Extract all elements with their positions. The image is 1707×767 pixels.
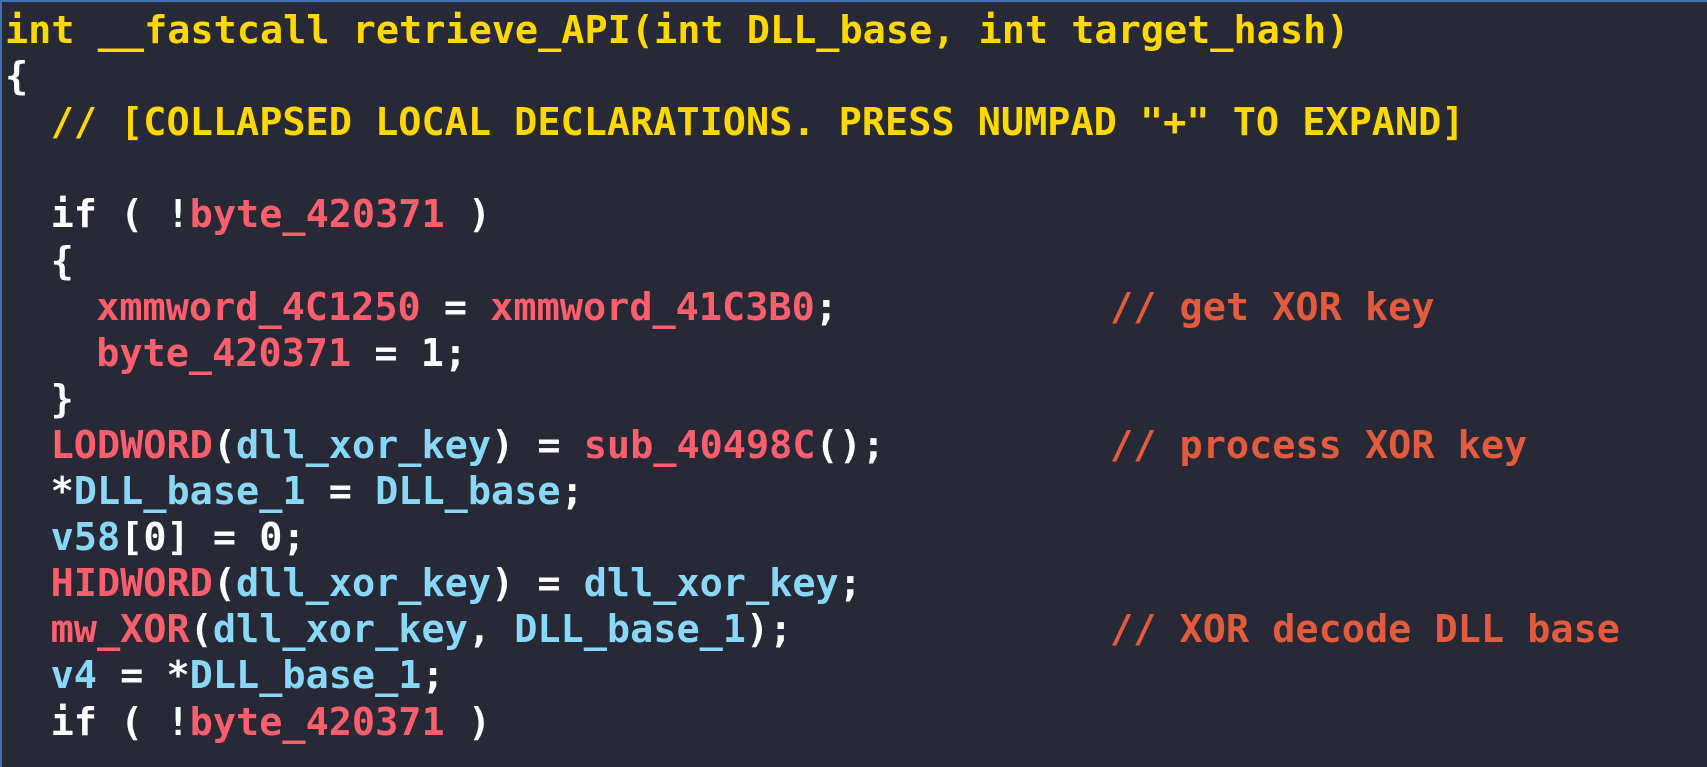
- local-variable[interactable]: v4: [51, 653, 97, 698]
- code-line[interactable]: mw_XOR(dll_xor_key, DLL_base_1); // XOR d…: [5, 605, 1620, 655]
- code-token: ;: [560, 469, 584, 514]
- code-comment: // XOR decode DLL base: [1110, 607, 1620, 653]
- code-line[interactable]: LODWORD(dll_xor_key) = sub_40498C(); // p…: [5, 421, 1528, 471]
- code-token: ;: [421, 653, 445, 699]
- code-token: *: [50, 469, 74, 514]
- global-symbol[interactable]: HIDWORD: [51, 561, 213, 606]
- code-token: if ( !: [50, 192, 190, 238]
- global-symbol[interactable]: byte_420371: [96, 331, 351, 376]
- code-token: {: [5, 54, 29, 100]
- global-symbol[interactable]: xmmword_4C1250: [96, 285, 421, 330]
- code-token: ): [444, 192, 491, 238]
- local-variable[interactable]: DLL_base_1: [74, 469, 306, 514]
- local-variable[interactable]: dll_xor_key: [213, 607, 468, 652]
- code-line[interactable]: // [COLLAPSED LOCAL DECLARATIONS. PRESS …: [5, 98, 1465, 148]
- code-token: );: [745, 607, 793, 653]
- code-token: ;: [814, 284, 838, 330]
- code-token: (: [212, 561, 237, 607]
- code-token: ;: [838, 561, 862, 607]
- code-comment: // get XOR key: [1110, 284, 1435, 330]
- code-line[interactable]: }: [5, 375, 74, 425]
- code-token: ): [444, 699, 491, 745]
- code-token: ();: [815, 422, 886, 468]
- local-variable[interactable]: v58: [51, 515, 121, 560]
- pseudocode-view[interactable]: int __fastcall retrieve_API(int DLL_base…: [0, 0, 1707, 767]
- code-line[interactable]: v58[0] = 0;: [5, 513, 306, 563]
- code-line[interactable]: byte_420371 = 1;: [5, 329, 467, 379]
- code-line[interactable]: int __fastcall retrieve_API(int DLL_base…: [5, 6, 1349, 56]
- local-variable[interactable]: DLL_base: [375, 469, 560, 514]
- global-symbol[interactable]: xmmword_41C3B0: [490, 285, 815, 330]
- code-line[interactable]: v4 = *DLL_base_1;: [5, 651, 445, 701]
- local-variable[interactable]: DLL_base_1: [514, 607, 746, 652]
- code-token: ) =: [491, 422, 584, 468]
- code-token: (: [189, 607, 213, 653]
- code-line[interactable]: if ( !byte_420371 ): [5, 190, 491, 240]
- global-symbol[interactable]: sub_40498C: [584, 423, 816, 468]
- code-token: if ( !: [50, 699, 190, 745]
- code-comment: // process XOR key: [1110, 422, 1528, 468]
- global-symbol[interactable]: mw_XOR: [51, 607, 190, 652]
- global-symbol[interactable]: LODWORD: [51, 423, 213, 468]
- code-line[interactable]: {: [5, 52, 28, 102]
- code-token: {: [50, 238, 74, 284]
- code-token: =: [305, 469, 376, 514]
- code-token: =: [420, 284, 491, 330]
- local-variable[interactable]: dll_xor_key: [236, 561, 491, 606]
- code-token: ,: [467, 607, 515, 653]
- global-symbol[interactable]: byte_420371: [190, 700, 445, 745]
- collapsed-declarations-comment[interactable]: // [COLLAPSED LOCAL DECLARATIONS. PRESS …: [51, 100, 1465, 145]
- code-line[interactable]: {: [5, 237, 74, 287]
- global-symbol[interactable]: byte_420371: [190, 192, 445, 237]
- function-signature[interactable]: int __fastcall retrieve_API(int DLL_base…: [5, 8, 1349, 53]
- local-variable[interactable]: dll_xor_key: [236, 423, 491, 468]
- code-token: [0] = 0;: [120, 515, 306, 561]
- code-token: (: [212, 422, 237, 468]
- code-token: = 1;: [351, 330, 468, 376]
- code-line[interactable]: xmmword_4C1250 = xmmword_41C3B0; // get X…: [5, 283, 1434, 333]
- code-line[interactable]: if ( !byte_420371 ): [5, 698, 491, 748]
- local-variable[interactable]: DLL_base_1: [190, 653, 422, 698]
- code-token: }: [50, 376, 74, 422]
- code-token: = *: [96, 653, 190, 699]
- local-variable[interactable]: dll_xor_key: [584, 561, 839, 606]
- code-token: ) =: [491, 561, 584, 607]
- code-line[interactable]: *DLL_base_1 = DLL_base;: [5, 467, 584, 517]
- code-line[interactable]: HIDWORD(dll_xor_key) = dll_xor_key;: [5, 559, 862, 609]
